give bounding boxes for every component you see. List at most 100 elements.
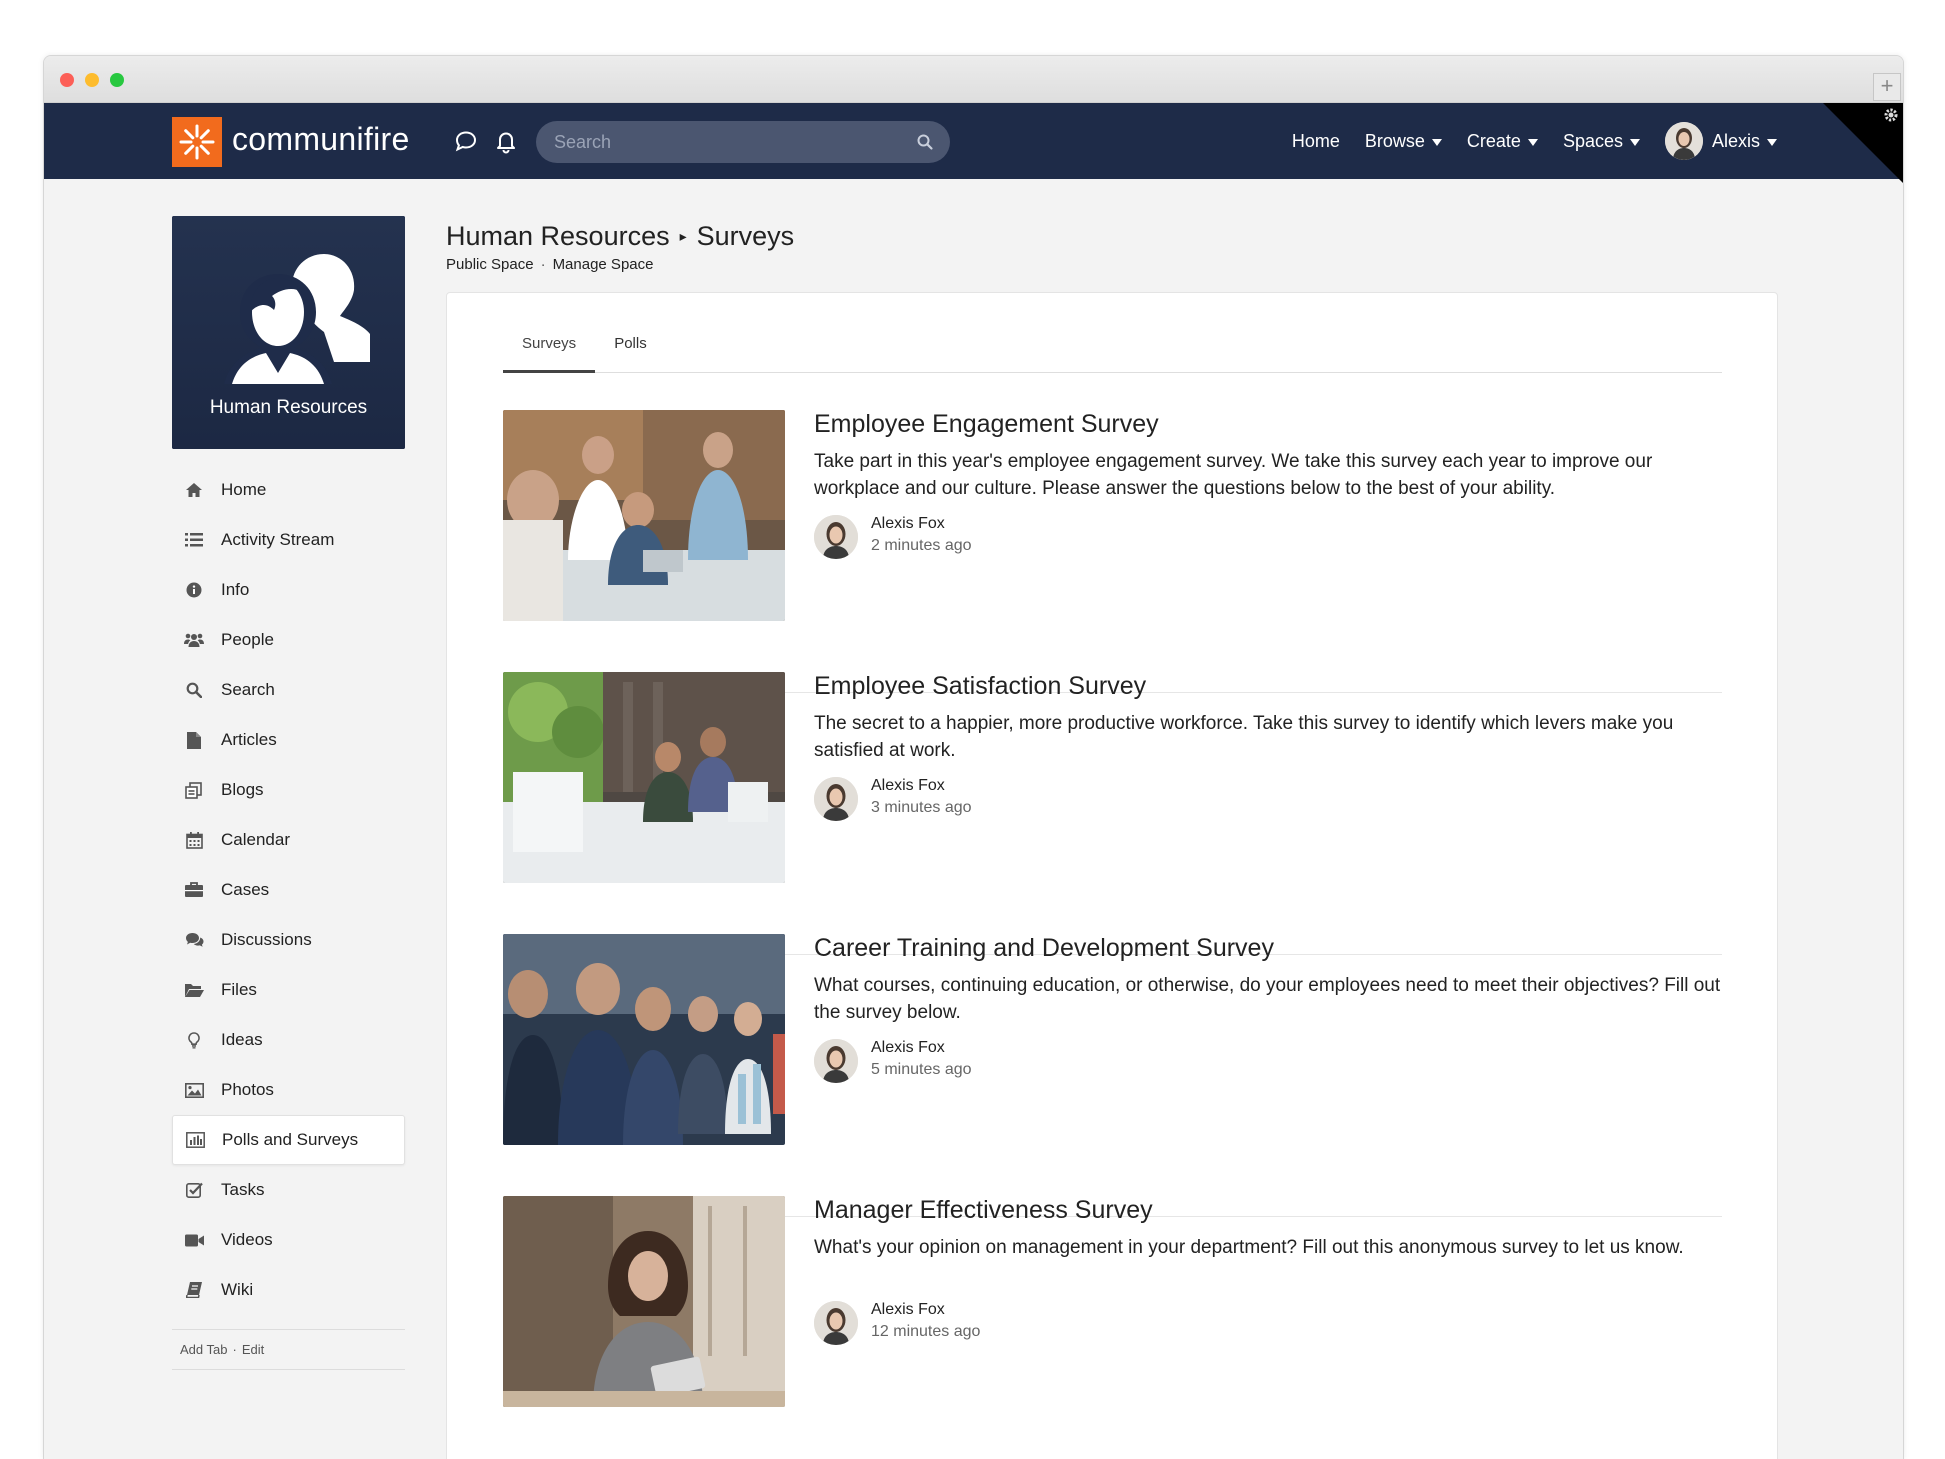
document-icon xyxy=(184,730,204,750)
add-tab-link[interactable]: Add Tab xyxy=(180,1342,227,1357)
sidebar-item-home[interactable]: Home xyxy=(172,465,405,515)
sidebar-item-photos[interactable]: Photos xyxy=(172,1065,405,1115)
survey-title[interactable]: Manager Effectiveness Survey xyxy=(814,1196,1153,1225)
tab-surveys[interactable]: Surveys xyxy=(503,331,596,373)
survey-title[interactable]: Employee Engagement Survey xyxy=(814,410,1159,439)
sidebar-item-label: Search xyxy=(221,680,275,699)
sidebar-item-wiki[interactable]: Wiki xyxy=(172,1265,405,1315)
sidebar-item-label: Articles xyxy=(221,730,277,749)
survey-description: The secret to a happier, more productive… xyxy=(814,713,1674,761)
sidebar-item-label: Cases xyxy=(221,880,270,899)
sidebar-nav: Home Activity Stream Info People Search … xyxy=(172,465,405,1315)
sidebar-item-info[interactable]: Info xyxy=(172,565,405,615)
sidebar-item-articles[interactable]: Articles xyxy=(172,715,405,765)
author-name[interactable]: Alexis Fox xyxy=(871,1039,945,1057)
survey-item[interactable]: Employee Satisfaction Survey The secret … xyxy=(503,672,1722,934)
close-window-button[interactable] xyxy=(60,73,74,87)
sidebar-item-activity-stream[interactable]: Activity Stream xyxy=(172,515,405,565)
sidebar-item-label: Home xyxy=(221,480,267,499)
manage-space-link[interactable]: Manage Space xyxy=(553,256,654,273)
sidebar-footer: Add Tab · Edit xyxy=(172,1329,405,1370)
maximize-window-button[interactable] xyxy=(110,73,124,87)
nav-home-link[interactable]: Home xyxy=(1292,131,1340,152)
chat-icon xyxy=(184,930,204,950)
dot-separator: · xyxy=(540,256,546,273)
image-icon xyxy=(184,1080,204,1100)
sidebar-item-people[interactable]: People xyxy=(172,615,405,665)
survey-title[interactable]: Career Training and Development Survey xyxy=(814,934,1274,963)
author-name[interactable]: Alexis Fox xyxy=(871,777,945,795)
nav-spaces-dropdown[interactable]: Spaces xyxy=(1563,131,1640,152)
survey-description: Take part in this year's employee engage… xyxy=(814,451,1653,499)
post-timestamp: 3 minutes ago xyxy=(871,799,972,816)
page-header: Human Resources ▸ Surveys Public Space · M… xyxy=(446,221,794,273)
nav-browse-dropdown[interactable]: Browse xyxy=(1365,131,1442,152)
survey-description: What courses, continuing education, or o… xyxy=(814,975,1721,1023)
caret-down-icon xyxy=(1431,138,1442,146)
breadcrumb-space-link[interactable]: Human Resources xyxy=(446,221,670,252)
author-avatar[interactable] xyxy=(814,1039,858,1083)
bar-chart-icon xyxy=(185,1130,205,1150)
chevron-right-icon: ▸ xyxy=(679,228,687,244)
survey-item[interactable]: Career Training and Development Survey W… xyxy=(503,934,1722,1196)
main-nav-links: Home Browse Create Spaces Alexis xyxy=(1267,103,1777,179)
survey-item[interactable]: Employee Engagement Survey Take part in … xyxy=(503,410,1722,672)
sidebar-item-label: People xyxy=(221,630,274,649)
survey-item[interactable]: Manager Effectiveness Survey What's your… xyxy=(503,1196,1722,1458)
space-sidebar: Human Resources Home Activity Stream Inf… xyxy=(172,216,405,1370)
brand-logo-icon[interactable] xyxy=(172,117,222,167)
nav-browse-label: Browse xyxy=(1364,130,1425,151)
sidebar-item-blogs[interactable]: Blogs xyxy=(172,765,405,815)
user-name: Alexis xyxy=(1711,130,1760,151)
minimize-window-button[interactable] xyxy=(85,73,99,87)
bell-notification-icon[interactable] xyxy=(492,127,520,155)
lightbulb-icon xyxy=(184,1030,204,1050)
chat-bubble-icon[interactable] xyxy=(452,127,480,155)
sidebar-item-polls-and-surveys[interactable]: Polls and Surveys xyxy=(172,1115,405,1165)
brand-name[interactable]: communifire xyxy=(232,121,410,158)
public-space-link[interactable]: Public Space xyxy=(446,256,534,273)
sidebar-item-cases[interactable]: Cases xyxy=(172,865,405,915)
user-menu-dropdown[interactable]: Alexis xyxy=(1664,122,1777,160)
search-icon xyxy=(184,680,204,700)
tab-polls[interactable]: Polls xyxy=(595,331,666,373)
author-avatar[interactable] xyxy=(814,1301,858,1345)
calendar-icon xyxy=(184,830,204,850)
survey-title[interactable]: Employee Satisfaction Survey xyxy=(814,672,1146,701)
survey-thumbnail[interactable] xyxy=(503,672,785,883)
gear-icon[interactable] xyxy=(1883,107,1899,128)
breadcrumb: Human Resources ▸ Surveys xyxy=(446,221,794,252)
sidebar-item-label: Blogs xyxy=(221,780,264,799)
nav-home-label: Home xyxy=(1291,130,1340,151)
nav-create-dropdown[interactable]: Create xyxy=(1467,131,1538,152)
search-input[interactable] xyxy=(554,121,894,163)
edit-tabs-link[interactable]: Edit xyxy=(242,1342,264,1357)
surveys-panel: Surveys Polls Employee Engagement Survey xyxy=(446,292,1778,1459)
space-card[interactable]: Human Resources xyxy=(172,216,405,449)
sidebar-item-label: Polls and Surveys xyxy=(222,1130,359,1149)
sidebar-item-files[interactable]: Files xyxy=(172,965,405,1015)
book-icon xyxy=(184,1280,204,1300)
space-card-title: Human Resources xyxy=(209,397,368,418)
sidebar-item-calendar[interactable]: Calendar xyxy=(172,815,405,865)
sidebar-item-label: Activity Stream xyxy=(221,530,335,549)
page-title: Surveys xyxy=(696,221,795,251)
survey-thumbnail[interactable] xyxy=(503,1196,785,1407)
post-timestamp: 2 minutes ago xyxy=(871,537,972,554)
global-search xyxy=(536,121,950,163)
author-name[interactable]: Alexis Fox xyxy=(871,1301,945,1319)
search-icon[interactable] xyxy=(916,133,934,156)
sidebar-item-label: Wiki xyxy=(221,1280,254,1299)
sidebar-item-videos[interactable]: Videos xyxy=(172,1215,405,1265)
sidebar-item-search[interactable]: Search xyxy=(172,665,405,715)
author-avatar[interactable] xyxy=(814,515,858,559)
author-name[interactable]: Alexis Fox xyxy=(871,515,945,533)
new-tab-plus-icon[interactable]: + xyxy=(1873,73,1901,101)
survey-thumbnail[interactable] xyxy=(503,410,785,621)
sidebar-item-discussions[interactable]: Discussions xyxy=(172,915,405,965)
blog-icon xyxy=(184,780,204,800)
sidebar-item-ideas[interactable]: Ideas xyxy=(172,1015,405,1065)
author-avatar[interactable] xyxy=(814,777,858,821)
sidebar-item-tasks[interactable]: Tasks xyxy=(172,1165,405,1215)
survey-thumbnail[interactable] xyxy=(503,934,785,1145)
